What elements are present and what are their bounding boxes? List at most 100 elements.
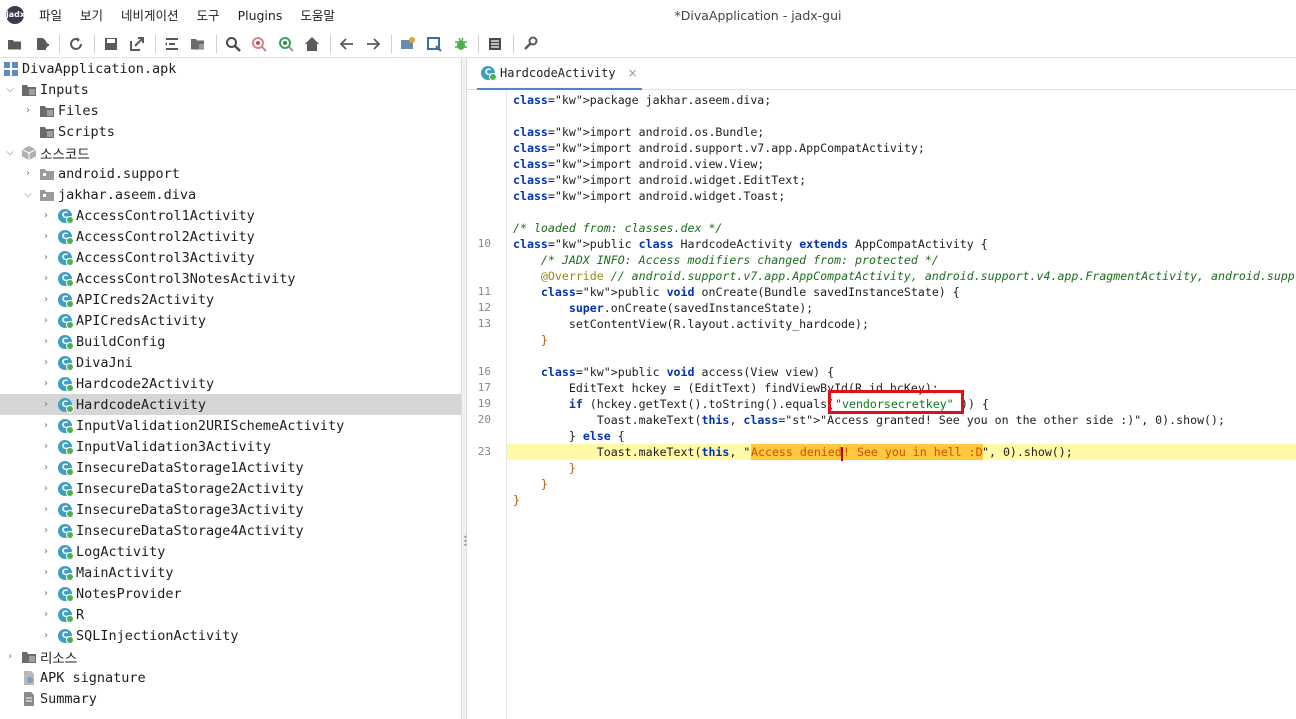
- tree-item-apk[interactable]: DivaApplication.apk: [0, 58, 461, 79]
- tree-item-class[interactable]: › C AccessControl1Activity: [0, 205, 461, 226]
- chevron-right-icon[interactable]: ›: [40, 357, 52, 369]
- find-usage-icon[interactable]: [248, 33, 270, 55]
- class-icon: C: [58, 565, 74, 581]
- chevron-down-icon[interactable]: ⌵: [4, 84, 16, 96]
- chevron-right-icon[interactable]: ›: [40, 483, 52, 495]
- chevron-right-icon[interactable]: ›: [40, 336, 52, 348]
- menu-view[interactable]: 보기: [71, 0, 112, 31]
- code-text: class="kw">import android.os.Bundle;: [513, 125, 765, 139]
- tree-item-class[interactable]: › C SQLInjectionActivity: [0, 625, 461, 646]
- chevron-right-icon[interactable]: ›: [40, 420, 52, 432]
- class-icon-wrap: C: [58, 355, 74, 371]
- tree-item-apk-signature[interactable]: APK signature: [0, 667, 461, 688]
- tree-item-class[interactable]: › C InputValidation2URISchemeActivity: [0, 415, 461, 436]
- tree-item-resources[interactable]: › 리소스: [0, 646, 461, 667]
- chevron-right-icon[interactable]: ›: [22, 168, 34, 180]
- tree-item-class[interactable]: › C AccessControl2Activity: [0, 226, 461, 247]
- code-text: class="kw">import android.view.View;: [513, 157, 765, 171]
- tree-item-class[interactable]: › C AccessControl3Activity: [0, 247, 461, 268]
- chevron-right-icon[interactable]: ›: [22, 105, 34, 117]
- class-icon: C: [58, 271, 74, 287]
- chevron-right-icon[interactable]: ›: [40, 630, 52, 642]
- certificate-icon: [22, 670, 36, 685]
- add-files-icon[interactable]: [31, 33, 53, 55]
- menu-help[interactable]: 도움말: [291, 0, 344, 31]
- menu-navigation[interactable]: 네비게이션: [112, 0, 188, 31]
- preferences-icon[interactable]: [519, 33, 541, 55]
- tab-hardcode-activity[interactable]: C HardcodeActivity ×: [477, 58, 642, 90]
- tree-item-class[interactable]: › C InsecureDataStorage4Activity: [0, 520, 461, 541]
- tree-label: AccessControl3NotesActivity: [76, 270, 296, 287]
- tree-item-class[interactable]: › C InsecureDataStorage2Activity: [0, 478, 461, 499]
- menu-tools[interactable]: 도구: [188, 0, 229, 31]
- home-icon[interactable]: [301, 33, 323, 55]
- save-all-icon[interactable]: [100, 33, 122, 55]
- close-icon[interactable]: ×: [628, 66, 638, 80]
- tree-item-source-code[interactable]: ⌵ 소스코드: [0, 142, 461, 163]
- class-icon: C: [58, 355, 74, 371]
- tree-item-class[interactable]: › C R: [0, 604, 461, 625]
- search-icon[interactable]: [222, 33, 244, 55]
- tree-item-class[interactable]: › C MainActivity: [0, 562, 461, 583]
- tree-item-class[interactable]: › C AccessControl3NotesActivity: [0, 268, 461, 289]
- quark-icon[interactable]: [423, 33, 445, 55]
- chevron-right-icon[interactable]: ›: [40, 546, 52, 558]
- menu-plugins[interactable]: Plugins: [229, 0, 292, 31]
- chevron-right-icon[interactable]: ›: [40, 252, 52, 264]
- tree-item-class[interactable]: › C APICreds2Activity: [0, 289, 461, 310]
- tree-item-inputs[interactable]: ⌵ Inputs: [0, 79, 461, 100]
- class-icon-wrap: C: [58, 586, 74, 602]
- back-icon[interactable]: [336, 33, 358, 55]
- tree-item-class[interactable]: › C InputValidation3Activity: [0, 436, 461, 457]
- chevron-right-icon[interactable]: ›: [40, 210, 52, 222]
- chevron-right-icon[interactable]: ›: [40, 399, 52, 411]
- forward-icon[interactable]: [362, 33, 384, 55]
- chevron-right-icon[interactable]: ›: [4, 651, 16, 663]
- chevron-right-icon[interactable]: ›: [40, 441, 52, 453]
- chevron-right-icon[interactable]: ›: [40, 315, 52, 327]
- menu-file[interactable]: 파일: [30, 0, 71, 31]
- tree-item-class[interactable]: › C InsecureDataStorage1Activity: [0, 457, 461, 478]
- tree-item-class[interactable]: › C DivaJni: [0, 352, 461, 373]
- chevron-right-icon[interactable]: ›: [40, 588, 52, 600]
- tree-item-class[interactable]: › C NotesProvider: [0, 583, 461, 604]
- debugger-icon[interactable]: [450, 33, 472, 55]
- chevron-right-icon[interactable]: ›: [40, 231, 52, 243]
- tree-item-class[interactable]: › C InsecureDataStorage3Activity: [0, 499, 461, 520]
- chevron-down-icon[interactable]: ⌵: [22, 189, 34, 201]
- tree-item-class[interactable]: › C Hardcode2Activity: [0, 373, 461, 394]
- chevron-right-icon[interactable]: ›: [40, 504, 52, 516]
- chevron-right-icon[interactable]: ›: [40, 525, 52, 537]
- flatten-packages-icon[interactable]: [187, 33, 209, 55]
- tree-item-class[interactable]: › C APICredsActivity: [0, 310, 461, 331]
- chevron-right-icon[interactable]: ›: [40, 462, 52, 474]
- class-icon: C: [58, 481, 74, 497]
- tree-item-package[interactable]: ⌵ jakhar.aseem.diva: [0, 184, 461, 205]
- chevron-down-icon[interactable]: ⌵: [4, 147, 16, 159]
- code-editor[interactable]: 10 11 12 13 16 17 19 20 23 class="kw">pa…: [467, 90, 1296, 719]
- tree-label: android.support: [58, 165, 180, 182]
- sync-tree-icon[interactable]: [161, 33, 183, 55]
- class-icon-wrap: C: [58, 544, 74, 560]
- tree-item-scripts[interactable]: Scripts: [0, 121, 461, 142]
- chevron-right-icon[interactable]: ›: [40, 609, 52, 621]
- tree-item-class[interactable]: › C HardcodeActivity: [0, 394, 461, 415]
- chevron-right-icon[interactable]: ›: [40, 378, 52, 390]
- log-viewer-icon[interactable]: [484, 33, 506, 55]
- export-gradle-icon[interactable]: [126, 33, 148, 55]
- tree-label: InsecureDataStorage4Activity: [76, 522, 304, 539]
- code-area[interactable]: class="kw">package jakhar.aseem.diva; cl…: [507, 90, 1296, 719]
- reload-icon[interactable]: [65, 33, 87, 55]
- tree-item-class[interactable]: › C BuildConfig: [0, 331, 461, 352]
- find-class-icon[interactable]: [275, 33, 297, 55]
- tree-item-class[interactable]: › C LogActivity: [0, 541, 461, 562]
- chevron-right-icon[interactable]: ›: [40, 273, 52, 285]
- tree-item-android-support[interactable]: › android.support: [0, 163, 461, 184]
- tree-item-files[interactable]: › Files: [0, 100, 461, 121]
- open-file-icon[interactable]: [4, 33, 26, 55]
- tree-item-summary[interactable]: Summary: [0, 688, 461, 709]
- code-comment: /* JADX INFO: Access modifiers changed f…: [513, 253, 939, 267]
- deobfuscation-icon[interactable]: [397, 33, 419, 55]
- chevron-right-icon[interactable]: ›: [40, 567, 52, 579]
- chevron-right-icon[interactable]: ›: [40, 294, 52, 306]
